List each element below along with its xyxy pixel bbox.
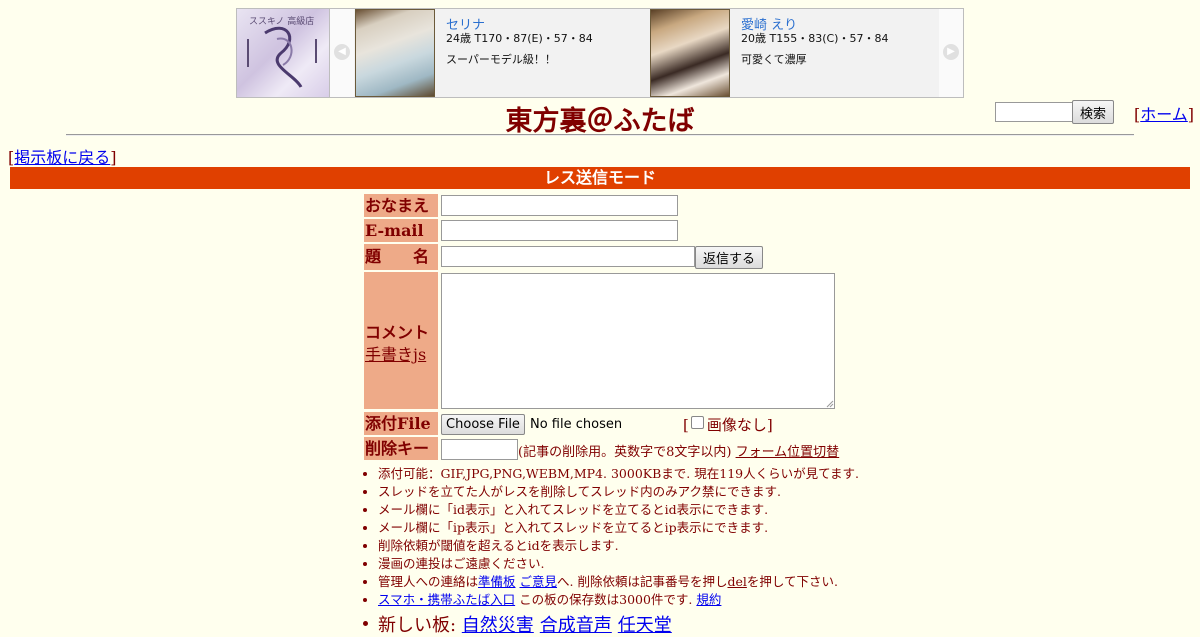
ad-banner[interactable]: ススキノ 高級店 ◀ セリナ 24歳 T170・87(E)・57・84 スーパー… — [236, 8, 964, 98]
header-divider — [66, 134, 1134, 136]
info-text: へ. 削除依頼は記事番号を押し — [557, 574, 728, 589]
info-text: を押して下さい. — [746, 574, 838, 589]
mode-bar: レス送信モード — [10, 167, 1190, 189]
name-input[interactable] — [441, 195, 678, 216]
board-link[interactable]: 合成音声 — [540, 615, 612, 636]
bullet-icon — [363, 621, 368, 626]
bullet-icon — [363, 562, 367, 566]
no-image-label[interactable]: 画像なし — [707, 416, 767, 434]
ad-prev-button[interactable]: ◀ — [330, 9, 354, 97]
search-button[interactable]: 検索 — [1072, 100, 1114, 124]
no-file-chosen-text: No file chosen — [530, 417, 623, 432]
no-image-checkbox[interactable] — [690, 416, 704, 429]
ad-logo-art — [247, 26, 317, 88]
ad-card-stats: 24歳 T170・87(E)・57・84 — [446, 32, 593, 45]
bullet-icon — [363, 544, 367, 548]
bullet-icon — [363, 472, 367, 476]
ad-card-photo-1[interactable] — [355, 9, 435, 97]
reply-submit-button[interactable]: 返信する — [695, 246, 763, 269]
choose-file-button[interactable]: Choose File — [441, 414, 525, 435]
ad-card-photo-2[interactable] — [650, 9, 730, 97]
back-link-wrap: [掲示板に戻る] — [8, 148, 117, 167]
label-file: 添付File — [364, 412, 438, 435]
form-position-toggle-link[interactable]: フォーム位置切替 — [736, 445, 840, 460]
label-name: おなまえ — [364, 194, 438, 217]
info-text: メール欄に「id表示」と入れてスレッドを立てるとid表示にできます. — [378, 502, 769, 517]
delete-key-hint: (記事の削除用。英数字で8文字以内) — [518, 445, 732, 460]
no-image-option: [画像なし] — [683, 416, 773, 434]
bullet-icon — [363, 598, 367, 602]
new-boards: 新しい板: 自然災害 合成音声 任天堂 — [362, 611, 678, 637]
list-item: 削除依頼が閾値を超えるとidを表示します. — [362, 537, 859, 555]
info-text: この板の保存数は3000件です. — [515, 592, 693, 607]
list-item: 管理人への連絡は準備板 ご意見へ. 削除依頼は記事番号を押しdelを押して下さい… — [362, 573, 859, 591]
delete-key-input[interactable] — [441, 439, 518, 460]
list-item: メール欄に「ip表示」と入れてスレッドを立てるとip表示にできます. — [362, 519, 859, 537]
list-item: 漫画の連投はご遠慮ください. — [362, 555, 859, 573]
handwriting-js-link[interactable]: 手書きjs — [365, 341, 426, 365]
label-comment: コメント — [365, 323, 430, 342]
list-item: メール欄に「id表示」と入れてスレッドを立てるとid表示にできます. — [362, 501, 859, 519]
home-link-wrap: [ホーム] — [1134, 105, 1195, 124]
home-link[interactable]: ホーム — [1140, 105, 1188, 124]
info-text: メール欄に「ip表示」と入れてスレッドを立てるとip表示にできます. — [378, 520, 769, 535]
info-text: 漫画の連投はご遠慮ください. — [378, 556, 545, 571]
ad-card-stats: 20歳 T155・83(C)・57・84 — [741, 32, 889, 45]
info-text: 添付可能：GIF,JPG,PNG,WEBM,MP4. 3000KBまで. 現在1… — [378, 466, 859, 481]
info-text: スレッドを立てた人がレスを削除してスレッド内のみアク禁にできます. — [378, 484, 781, 499]
label-comment-cell: コメント 手書きjs — [364, 272, 438, 409]
list-item: 添付可能：GIF,JPG,PNG,WEBM,MP4. 3000KBまで. 現在1… — [362, 465, 859, 483]
ad-card-tagline: 可愛くて濃厚 — [741, 53, 807, 66]
feedback-link[interactable]: ご意見 — [520, 574, 558, 589]
ad-card-1[interactable]: セリナ 24歳 T170・87(E)・57・84 スーパーモデル級！！ — [436, 9, 649, 97]
bullet-icon — [363, 526, 367, 530]
chevron-left-icon: ◀ — [334, 44, 350, 60]
comment-textarea[interactable] — [441, 273, 835, 409]
info-text: 管理人への連絡は — [378, 574, 479, 589]
bullet-icon — [363, 580, 367, 584]
board-link[interactable]: 任天堂 — [618, 615, 672, 636]
email-input[interactable] — [441, 220, 678, 241]
ad-next-button[interactable]: ▶ — [939, 9, 963, 97]
new-boards-label: 新しい板: — [378, 615, 462, 636]
board-link[interactable]: 自然災害 — [462, 615, 534, 636]
subject-input[interactable] — [441, 246, 695, 267]
mobile-entrance-link[interactable]: スマホ・携帯ふたば入口 — [378, 592, 515, 607]
ad-card-tagline: スーパーモデル級！！ — [446, 53, 556, 66]
label-email: E-mail — [364, 219, 438, 242]
list-item: スマホ・携帯ふたば入口 この板の保存数は3000件です. 規約 — [362, 591, 859, 609]
chevron-right-icon: ▶ — [943, 44, 959, 60]
info-list: 添付可能：GIF,JPG,PNG,WEBM,MP4. 3000KBまで. 現在1… — [362, 465, 859, 609]
rules-link[interactable]: 規約 — [696, 592, 721, 607]
bullet-icon — [363, 508, 367, 512]
del-link[interactable]: del — [727, 574, 746, 589]
resize-handle-icon[interactable] — [826, 400, 834, 408]
info-text: 削除依頼が閾値を超えるとidを表示します. — [378, 538, 619, 553]
ad-card-2[interactable]: 愛崎 えり 20歳 T155・83(C)・57・84 可愛くて濃厚 — [731, 9, 939, 97]
bullet-icon — [363, 490, 367, 494]
junbi-board-link[interactable]: 準備板 — [478, 574, 516, 589]
delete-key-note: (記事の削除用。英数字で8文字以内) フォーム位置切替 — [518, 441, 839, 460]
ad-logo[interactable]: ススキノ 高級店 — [237, 9, 330, 97]
label-delete-key: 削除キー — [364, 437, 438, 460]
label-subject: 題 名 — [364, 244, 438, 270]
back-to-board-link[interactable]: 掲示板に戻る — [14, 148, 110, 167]
list-item: スレッドを立てた人がレスを削除してスレッド内のみアク禁にできます. — [362, 483, 859, 501]
search-input[interactable] — [995, 102, 1073, 122]
